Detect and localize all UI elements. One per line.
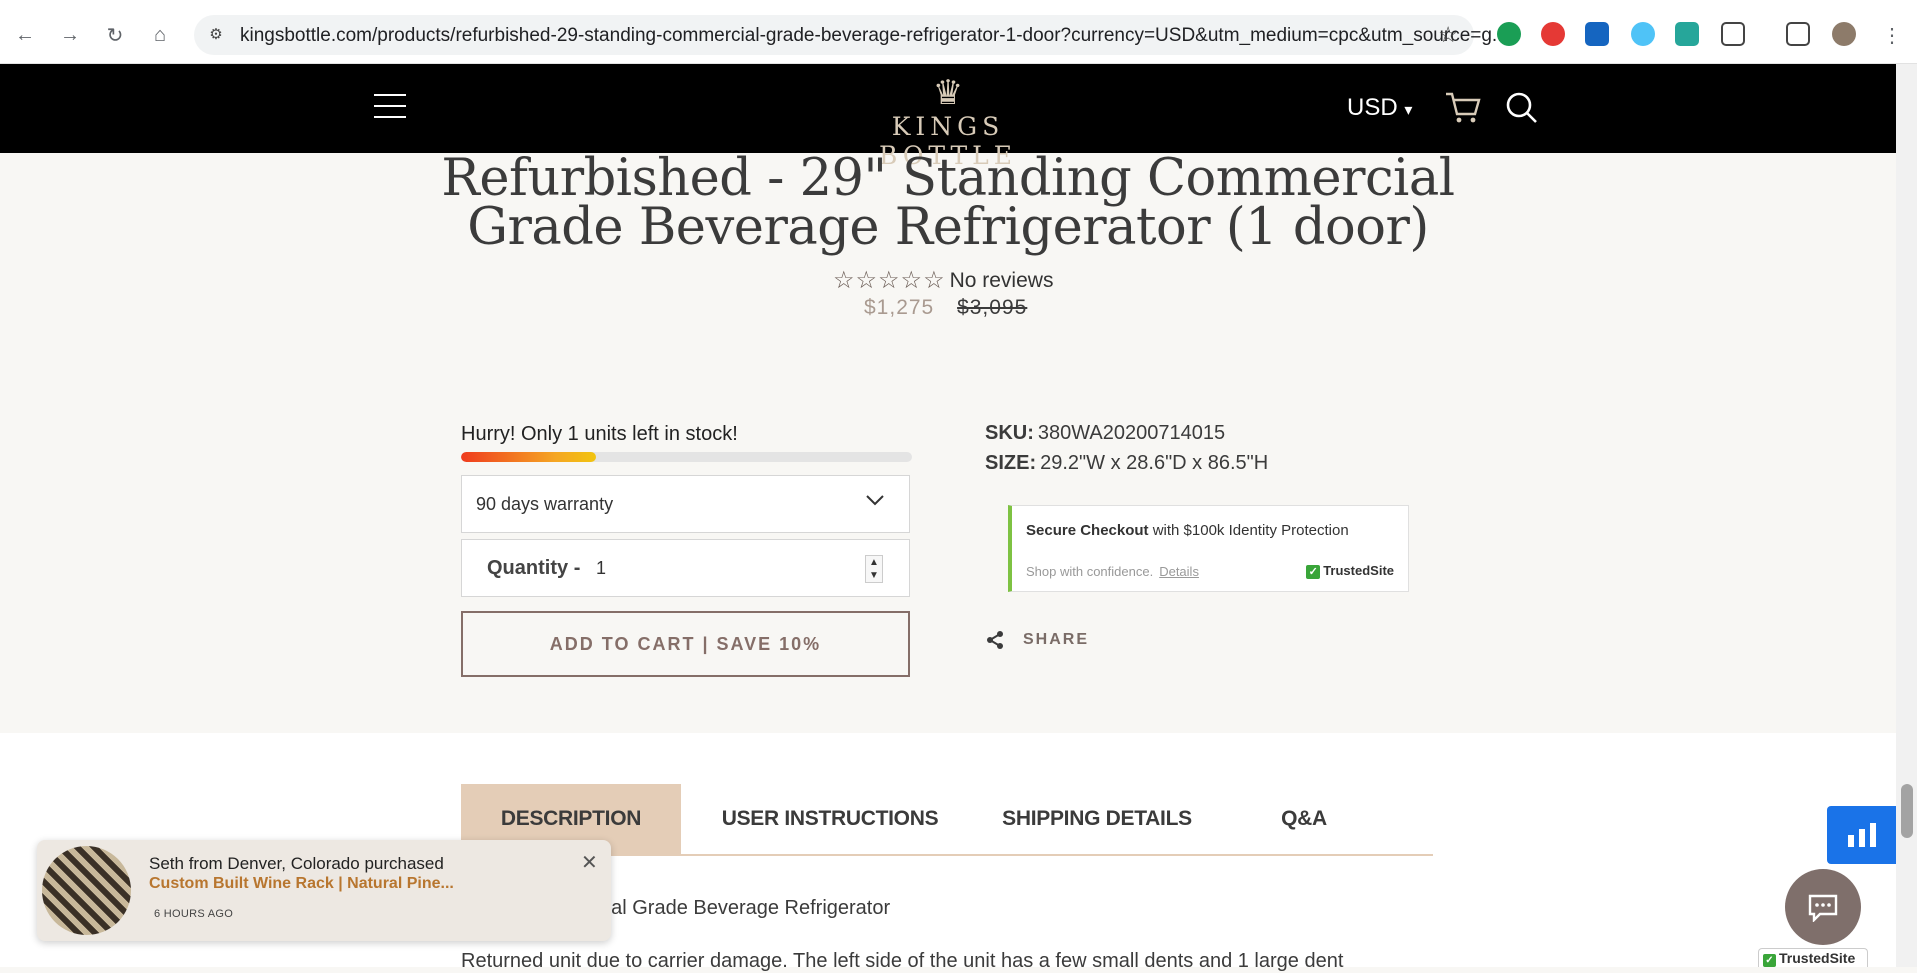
check-icon: ✓ [1306, 565, 1321, 579]
extensions-puzzle-icon[interactable] [1721, 22, 1745, 46]
size-label: SIZE: [985, 452, 1037, 474]
reviews-count[interactable]: No reviews [950, 269, 1054, 293]
back-icon[interactable]: ← [10, 20, 40, 50]
chat-bubble-icon [1808, 894, 1838, 922]
tab-shipping-details[interactable]: SHIPPING DETAILS [979, 784, 1215, 854]
profile-avatar[interactable] [1832, 22, 1856, 46]
side-panel-icon[interactable] [1786, 22, 1810, 46]
purchaser-text: Seth from Denver, Colorado purchased [149, 854, 444, 873]
warranty-select[interactable]: 90 days warranty [461, 475, 910, 533]
product-title: Refurbished - 29" Standing Commercial Gr… [440, 149, 1456, 257]
share-label: SHARE [1023, 631, 1090, 648]
sale-price: $1,275 [864, 296, 935, 319]
url-text[interactable]: kingsbottle.com/products/refurbished-29-… [240, 25, 1508, 47]
grammarly-extension-icon[interactable] [1497, 22, 1521, 46]
product-title-line2: Grade Beverage Refrigerator (1 door) [467, 198, 1429, 257]
check-icon: ✓ [1763, 954, 1776, 967]
currency-selector[interactable]: USD ▾ [1347, 94, 1412, 122]
compare-price: $3,095 [957, 296, 1028, 319]
size-row: SIZE: 29.2"W x 28.6"D x 86.5"H [985, 452, 1268, 475]
tab-qa[interactable]: Q&A [1215, 784, 1393, 854]
wine-rack-thumbnail[interactable] [42, 846, 131, 935]
rating-row[interactable]: ☆☆☆☆☆ No reviews [833, 266, 1053, 295]
pokeball-extension-icon[interactable] [1541, 22, 1565, 46]
menu-kebab-icon[interactable]: ⋮ [1877, 20, 1907, 50]
site-header: ♛ KINGS BOTTLE USD ▾ [0, 64, 1896, 170]
product-title-line1: Refurbished - 29" Standing Commercial [441, 149, 1455, 208]
hamburger-menu-icon[interactable] [374, 94, 406, 120]
stock-progress-bar [461, 452, 912, 462]
kings-bottle-logo[interactable]: ♛ KINGS BOTTLE [818, 74, 1078, 170]
address-bar[interactable]: ⚙ kingsbottle.com/products/refurbished-2… [194, 15, 1508, 55]
purchased-product-link[interactable]: Custom Built Wine Rack | Natural Pine... [149, 875, 454, 893]
chevron-down-icon: ▾ [1404, 102, 1413, 119]
add-to-cart-button[interactable]: ADD TO CART | SAVE 10% [461, 611, 910, 677]
purchase-time: 6 HOURS AGO [154, 908, 234, 920]
secure-confidence-text: Shop with confidence. Details [1026, 564, 1199, 579]
star-rating-icons: ☆☆☆☆☆ [833, 267, 946, 294]
quantity-field[interactable]: Quantity - 1 ▲ ▼ [461, 539, 910, 597]
chevron-down-icon [866, 495, 884, 506]
trustedsite-corner-badge[interactable]: ✓ TrustedSite [1758, 948, 1868, 967]
page-scrollbar[interactable] [1896, 64, 1917, 967]
price-row: $1,275 $3,095 [864, 296, 1027, 320]
secure-checkout-title: Secure Checkout with $100k Identity Prot… [1026, 522, 1349, 539]
chat-button[interactable] [1785, 869, 1861, 945]
size-value: 29.2"W x 28.6"D x 86.5"H [1040, 452, 1269, 474]
quantity-stepper[interactable]: ▲ ▼ [865, 555, 883, 583]
globe-extension-icon[interactable] [1631, 22, 1655, 46]
secure-checkout-badge[interactable]: Secure Checkout with $100k Identity Prot… [1008, 505, 1409, 592]
sku-label: SKU: [985, 422, 1034, 444]
browser-toolbar: ← → ↻ ⌂ ⚙ kingsbottle.com/products/refur… [0, 0, 1917, 64]
recent-purchase-popup[interactable]: Seth from Denver, Colorado purchased Cus… [37, 840, 611, 941]
quantity-label: Quantity - [487, 557, 581, 579]
bar-chart-icon [1847, 823, 1876, 847]
analytics-widget-button[interactable] [1827, 806, 1896, 864]
bookmark-star-icon[interactable]: ☆ [1438, 22, 1458, 48]
currency-value: USD [1347, 94, 1398, 121]
sku-row: SKU: 380WA20200714015 [985, 422, 1225, 445]
search-icon[interactable] [1502, 88, 1542, 128]
description-heading: rcial Grade Beverage Refrigerator [590, 897, 891, 919]
stock-message: Hurry! Only 1 units left in stock! [461, 423, 738, 445]
description-body: Returned unit due to carrier damage. The… [461, 950, 1344, 972]
warranty-selected-value: 90 days warranty [476, 494, 614, 514]
chart-extension-icon[interactable] [1585, 22, 1609, 46]
stock-progress-fill [461, 452, 597, 462]
reload-icon[interactable]: ↻ [100, 20, 130, 50]
forward-icon[interactable]: → [55, 20, 85, 50]
tab-user-instructions[interactable]: USER INSTRUCTIONS [681, 784, 979, 854]
home-icon[interactable]: ⌂ [145, 20, 175, 50]
cart-icon[interactable] [1443, 88, 1483, 128]
sku-value: 380WA20200714015 [1037, 422, 1226, 444]
crown-icon: ♛ [932, 74, 964, 112]
site-info-icon[interactable]: ⚙ [206, 25, 226, 45]
scrollbar-thumb[interactable] [1901, 784, 1913, 838]
quantity-input[interactable]: 1 [596, 558, 606, 579]
close-icon[interactable]: ✕ [581, 850, 598, 875]
trustedsite-logo: ✓ TrustedSite [1306, 563, 1394, 579]
share-icon [987, 631, 1003, 649]
share-button[interactable]: SHARE [985, 630, 1089, 650]
translate-extension-icon[interactable] [1675, 22, 1699, 46]
details-link[interactable]: Details [1159, 564, 1199, 579]
